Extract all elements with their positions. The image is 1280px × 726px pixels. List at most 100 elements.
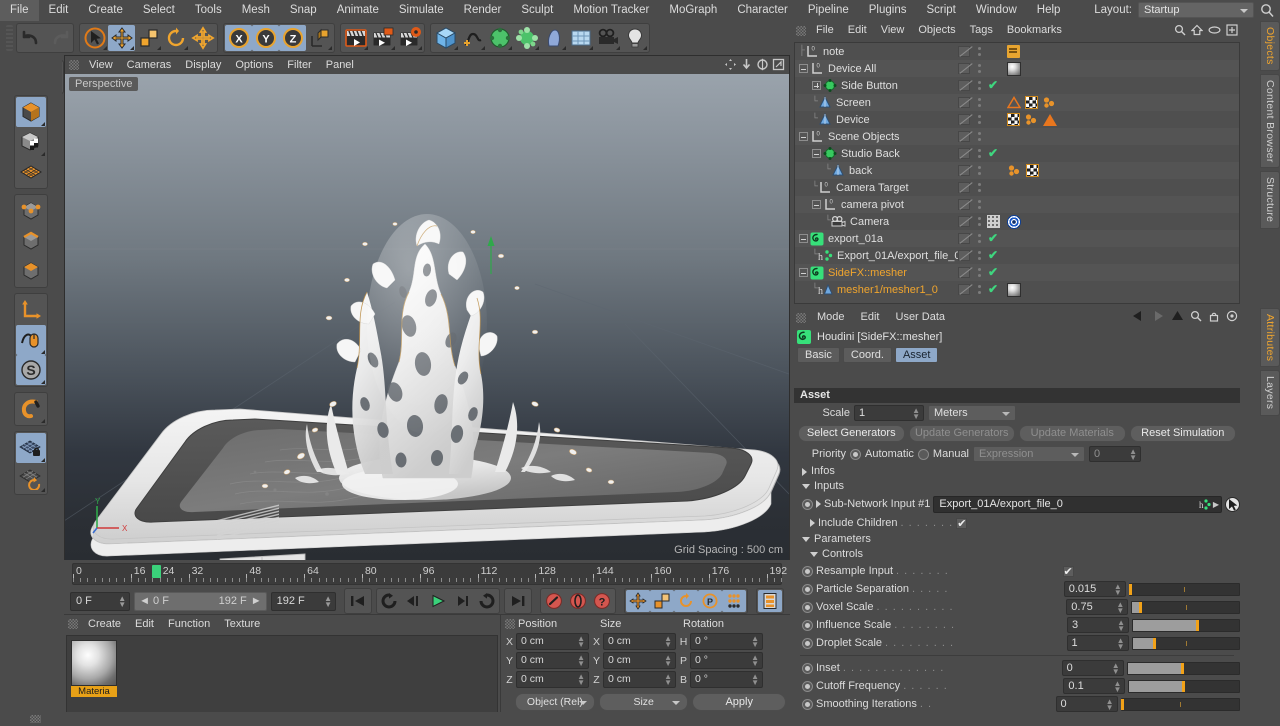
parameter-animate-radio[interactable] xyxy=(802,566,813,577)
object-tree-row[interactable]: └back xyxy=(795,162,1239,179)
visibility-dots-icon[interactable] xyxy=(978,165,981,176)
object-tree-row[interactable]: 0Device All xyxy=(795,60,1239,77)
infos-group-header[interactable]: Infos xyxy=(794,464,1240,479)
coordinate-mode-select[interactable]: Object (Rel) xyxy=(515,693,595,711)
object-tree-row[interactable]: └Device xyxy=(795,111,1239,128)
slider-knob[interactable] xyxy=(1139,602,1142,613)
visibility-toggle[interactable] xyxy=(958,80,970,91)
object-name[interactable]: camera pivot xyxy=(841,199,904,211)
size-mode-select[interactable]: Size xyxy=(599,693,689,711)
object-tree-row[interactable]: SideFX::mesher✔ xyxy=(795,264,1239,281)
parameter-value-field[interactable]: 0.015▲▼ xyxy=(1064,581,1126,597)
object-tree-row[interactable]: 0Scene Objects xyxy=(795,128,1239,145)
universal-tool-button[interactable] xyxy=(189,25,216,51)
viewport-grip-icon[interactable] xyxy=(69,60,79,70)
compositing-tag-icon[interactable] xyxy=(1042,96,1057,109)
slider-knob[interactable] xyxy=(1181,663,1184,674)
visibility-dots-icon[interactable] xyxy=(978,148,981,159)
lock-z-axis-button[interactable]: Z xyxy=(279,25,306,51)
menu-item-select[interactable]: Select xyxy=(133,0,185,21)
parameter-value-field[interactable]: 0.1▲▼ xyxy=(1063,678,1125,694)
enabled-check-icon[interactable]: ✔ xyxy=(988,284,998,295)
menu-item-character[interactable]: Character xyxy=(727,0,798,21)
object-name[interactable]: Camera xyxy=(850,216,889,228)
object-tree-row[interactable]: └0Camera Target xyxy=(795,179,1239,196)
polygon-mode-button[interactable] xyxy=(16,256,46,286)
object-tree-row[interactable]: ├0note xyxy=(795,43,1239,60)
attribute-manager-grip-icon[interactable] xyxy=(796,313,806,323)
priority-automatic-radio[interactable] xyxy=(850,449,861,460)
visibility-toggle[interactable] xyxy=(958,250,970,261)
select-generators-button[interactable]: Select Generators xyxy=(798,425,905,442)
lock-icon[interactable] xyxy=(1208,310,1220,322)
menu-item-edit[interactable]: Edit xyxy=(853,308,888,327)
parameter-animate-radio[interactable] xyxy=(802,584,813,595)
menu-item-objects[interactable]: Objects xyxy=(911,21,962,40)
pick-object-icon[interactable] xyxy=(1225,497,1240,512)
deformer-button[interactable] xyxy=(513,25,540,51)
texture-tag-icon[interactable] xyxy=(1007,113,1020,126)
menu-item-motion-tracker[interactable]: Motion Tracker xyxy=(563,0,659,21)
visibility-toggle[interactable] xyxy=(958,267,970,278)
parameter-animate-radio[interactable] xyxy=(802,681,813,692)
parameters-group-header[interactable]: Parameters xyxy=(794,532,1240,547)
enabled-check-icon[interactable]: ✔ xyxy=(988,233,998,244)
up-arrow-icon[interactable] xyxy=(1171,310,1184,322)
spinner-icon[interactable]: ▲▼ xyxy=(664,636,672,648)
rotation-b-field[interactable]: 0 °▲▼ xyxy=(690,671,763,688)
visibility-toggle[interactable] xyxy=(958,131,970,142)
timeline-ruler[interactable]: 016243248648096112128144160176192 xyxy=(72,563,782,585)
material-manager-grip-icon[interactable] xyxy=(68,619,78,629)
subnetwork-link-field[interactable]: Export_01A/export_file_0 h ▶ xyxy=(933,496,1222,513)
object-tree-row[interactable]: └Camera xyxy=(795,213,1239,230)
menu-item-create[interactable]: Create xyxy=(81,615,128,633)
expand-node-icon[interactable] xyxy=(812,81,821,90)
scale-tool-button[interactable] xyxy=(135,25,162,51)
object-name[interactable]: Camera Target xyxy=(836,182,909,194)
range-right-arrow-icon[interactable]: ► xyxy=(251,595,262,607)
visibility-icon[interactable] xyxy=(1208,24,1221,36)
menu-item-simulate[interactable]: Simulate xyxy=(389,0,454,21)
menu-item-snap[interactable]: Snap xyxy=(280,0,327,21)
scale-field[interactable]: 1 ▲▼ xyxy=(854,405,924,421)
collapse-node-icon[interactable] xyxy=(812,149,821,158)
parameter-animate-radio[interactable] xyxy=(802,638,813,649)
edge-mode-button[interactable] xyxy=(16,226,46,256)
parameter-value-field[interactable]: 0▲▼ xyxy=(1062,660,1124,676)
menu-item-plugins[interactable]: Plugins xyxy=(859,0,917,21)
phong-outline-tag-icon[interactable] xyxy=(1007,96,1021,109)
visibility-dots-icon[interactable] xyxy=(978,182,981,193)
parameter-value-field[interactable]: 0.75▲▼ xyxy=(1066,599,1128,615)
coordinate-manager-grip-icon[interactable] xyxy=(505,619,515,629)
menu-item-pipeline[interactable]: Pipeline xyxy=(798,0,859,21)
object-tree-row[interactable]: 0camera pivot xyxy=(795,196,1239,213)
menu-item-mograph[interactable]: MoGraph xyxy=(659,0,727,21)
menu-item-edit[interactable]: Edit xyxy=(128,615,161,633)
spinner-icon[interactable]: ▲▼ xyxy=(912,408,920,420)
menu-item-edit[interactable]: Edit xyxy=(39,0,79,21)
menu-item-cameras[interactable]: Cameras xyxy=(120,56,179,74)
move-tool-button[interactable] xyxy=(108,25,135,51)
cube-primitive-button[interactable] xyxy=(432,25,459,51)
object-tree-row[interactable]: export_01a✔ xyxy=(795,230,1239,247)
spinner-icon[interactable]: ▲▼ xyxy=(577,636,585,648)
menu-item-tags[interactable]: Tags xyxy=(963,21,1000,40)
visibility-toggle[interactable] xyxy=(958,216,970,227)
visibility-dots-icon[interactable] xyxy=(978,284,981,295)
menu-item-view[interactable]: View xyxy=(82,56,120,74)
status-bar-grip-icon[interactable] xyxy=(30,715,41,723)
toolbar-grip[interactable] xyxy=(6,25,13,51)
forward-arrow-icon[interactable] xyxy=(1151,310,1165,322)
menu-item-script[interactable]: Script xyxy=(916,0,965,21)
menu-item-function[interactable]: Function xyxy=(161,615,217,633)
parameter-animate-radio[interactable] xyxy=(802,663,813,674)
visibility-toggle[interactable] xyxy=(958,284,970,295)
parameter-slider[interactable] xyxy=(1128,680,1240,693)
enabled-check-icon[interactable]: ✔ xyxy=(988,250,998,261)
target-icon[interactable] xyxy=(1226,310,1238,322)
home-icon[interactable] xyxy=(1191,24,1203,36)
spinner-icon[interactable]: ▲▼ xyxy=(1114,584,1122,596)
object-name[interactable]: Studio Back xyxy=(841,148,900,160)
magnet-tool-button[interactable] xyxy=(16,394,46,424)
spinner-icon[interactable]: ▲▼ xyxy=(324,596,332,608)
